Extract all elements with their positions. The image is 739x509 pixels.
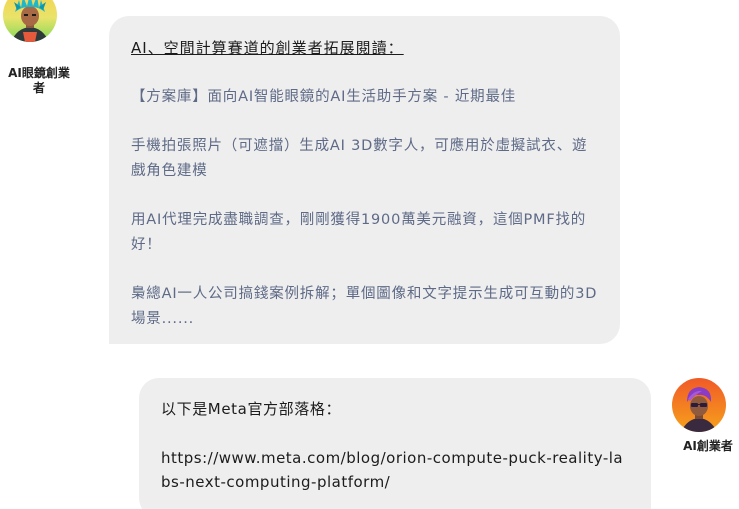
reading-link-1[interactable]: 【方案庫】面向AI智能眼鏡的AI生活助手方案 - 近期最佳 — [131, 85, 598, 110]
purple-hair-character-avatar-icon[interactable] — [672, 378, 726, 432]
meta-blog-url[interactable]: https://www.meta.com/blog/orion-compute-… — [161, 446, 629, 494]
reading-link-2[interactable]: 手機拍張照片（可遮擋）生成AI 3D數字人，可應用於虛擬試衣、遊戲角色建模 — [131, 134, 598, 184]
outgoing-message-bubble: 以下是Meta官方部落格： https://www.meta.com/blog/… — [139, 378, 651, 509]
incoming-message-bubble: AI、空間計算賽道的創業者拓展閱讀： 【方案庫】面向AI智能眼鏡的AI生活助手方… — [109, 16, 620, 344]
reading-link-3[interactable]: 用AI代理完成盡職調查，剛剛獲得1900萬美元融資，這個PMF找的好！ — [131, 208, 598, 258]
message-text: 以下是Meta官方部落格： — [161, 400, 342, 418]
sender-name-right: AI創業者 — [683, 439, 733, 453]
cyan-hair-character-avatar-icon[interactable] — [3, 0, 57, 42]
sender-name-left: AI眼鏡創業者 — [8, 66, 70, 95]
reading-list-heading: AI、空間計算賽道的創業者拓展閱讀： — [131, 39, 404, 57]
reading-link-4[interactable]: 梟總AI一人公司搞錢案例拆解；單個圖像和文字提示生成可互動的3D場景...... — [131, 282, 598, 332]
chat-view: AI眼鏡創業者 AI、空間計算賽道的創業者拓展閱讀： 【方案庫】面向AI智能眼鏡… — [0, 0, 739, 509]
